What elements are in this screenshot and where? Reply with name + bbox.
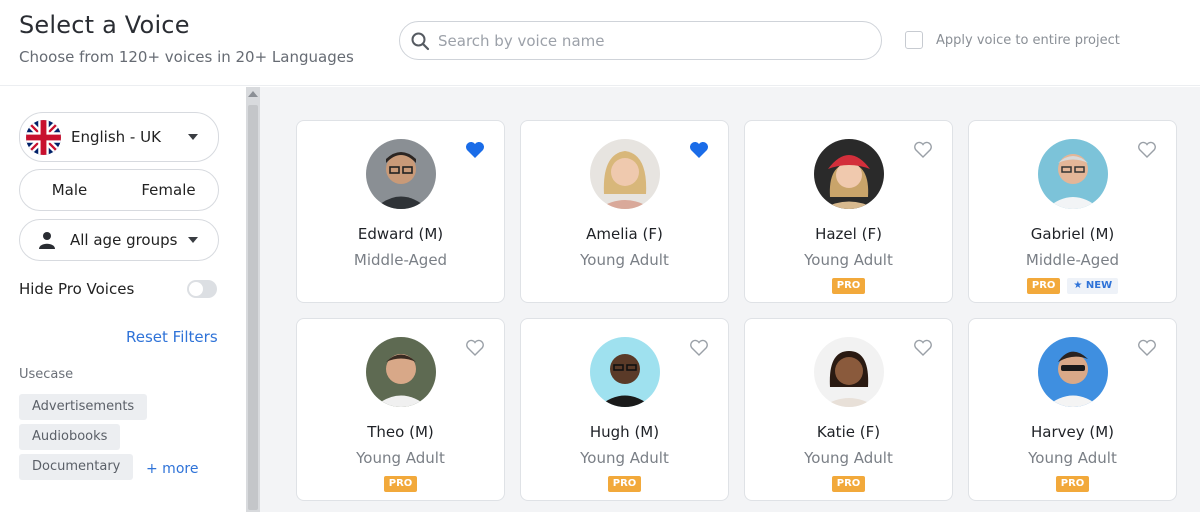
badge-row: PRO [745, 476, 952, 492]
avatar [366, 139, 436, 209]
gender-male-option[interactable]: Male [20, 181, 119, 199]
avatar [814, 139, 884, 209]
avatar [590, 337, 660, 407]
heart-outline-icon[interactable] [913, 141, 933, 159]
scroll-thumb[interactable] [248, 105, 258, 510]
avatar [1038, 139, 1108, 209]
heart-outline-icon[interactable] [689, 339, 709, 357]
pro-badge: PRO [831, 278, 866, 294]
voice-card[interactable]: Gabriel (M) Middle-Aged PRO ★ NEW [968, 120, 1177, 303]
avatar [814, 337, 884, 407]
chevron-down-icon [188, 237, 198, 243]
header: Select a Voice Choose from 120+ voices i… [0, 0, 1200, 86]
heart-outline-icon[interactable] [465, 339, 485, 357]
voice-card[interactable]: Hugh (M) Young Adult PRO [520, 318, 729, 501]
pro-badge: PRO [607, 476, 642, 492]
usecase-tag-advertisements[interactable]: Advertisements [19, 394, 148, 420]
pro-badge: PRO [1026, 278, 1061, 294]
age-group-select[interactable]: All age groups [19, 219, 219, 261]
usecase-heading: Usecase [19, 367, 74, 382]
usecase-tag-audiobooks[interactable]: Audiobooks [19, 424, 121, 450]
page-title: Select a Voice [19, 11, 190, 39]
voice-name: Hazel (F) [815, 225, 882, 243]
avatar [590, 139, 660, 209]
pro-badge: PRO [383, 476, 418, 492]
sidebar-scrollbar[interactable] [246, 87, 260, 512]
voice-name: Amelia (F) [586, 225, 663, 243]
voice-name: Harvey (M) [1030, 423, 1115, 441]
avatar [1038, 337, 1108, 407]
heart-filled-icon[interactable] [689, 141, 709, 159]
badge-row: PRO [521, 476, 728, 492]
voice-name: Hugh (M) [589, 423, 660, 441]
page-subtitle: Choose from 120+ voices in 20+ Languages [19, 48, 354, 66]
search-box[interactable] [399, 21, 882, 60]
badge-row: PRO [297, 476, 504, 492]
search-icon [411, 32, 430, 51]
heart-outline-icon[interactable] [1137, 339, 1157, 357]
language-label: English - UK [71, 128, 161, 146]
filter-sidebar: English - UK Male Female All age groups … [0, 87, 246, 512]
voice-card[interactable]: Edward (M) Middle-Aged [296, 120, 505, 303]
voice-card[interactable]: Harvey (M) Young Adult PRO [968, 318, 1177, 501]
apply-checkbox[interactable] [905, 31, 923, 49]
heart-filled-icon[interactable] [465, 141, 485, 159]
language-select[interactable]: English - UK [19, 112, 219, 162]
hide-pro-toggle[interactable] [187, 280, 217, 298]
hide-pro-label: Hide Pro Voices [19, 280, 135, 298]
heart-outline-icon[interactable] [913, 339, 933, 357]
scroll-up-arrow-icon[interactable] [248, 91, 258, 97]
heart-outline-icon[interactable] [1137, 141, 1157, 159]
voice-age: Middle-Aged [1025, 251, 1120, 269]
toggle-knob [189, 282, 203, 296]
voice-age: Young Adult [1028, 449, 1117, 467]
pro-badge: PRO [1055, 476, 1090, 492]
voice-age: Young Adult [580, 449, 669, 467]
age-group-label: All age groups [70, 231, 178, 249]
search-input[interactable] [438, 28, 868, 54]
voice-age: Young Adult [804, 251, 893, 269]
pro-badge: PRO [831, 476, 866, 492]
apply-to-project[interactable]: Apply voice to entire project [905, 30, 1120, 50]
voice-name: Edward (M) [357, 225, 444, 243]
voice-grid: Edward (M) Middle-Aged Amelia (F) Young … [260, 87, 1200, 512]
voice-age: Middle-Aged [353, 251, 448, 269]
voice-name: Gabriel (M) [1030, 225, 1115, 243]
badge-row: PRO [745, 278, 952, 294]
apply-label: Apply voice to entire project [936, 32, 1120, 48]
voice-age: Young Adult [580, 251, 669, 269]
voice-card[interactable]: Katie (F) Young Adult PRO [744, 318, 953, 501]
voice-card[interactable]: Amelia (F) Young Adult [520, 120, 729, 303]
voice-name: Theo (M) [367, 423, 434, 441]
voice-card[interactable]: Theo (M) Young Adult PRO [296, 318, 505, 501]
voice-card[interactable]: Hazel (F) Young Adult PRO [744, 120, 953, 303]
voice-age: Young Adult [356, 449, 445, 467]
voice-name: Katie (F) [816, 423, 881, 441]
usecase-tag-documentary[interactable]: Documentary [19, 454, 134, 480]
reset-filters-link[interactable]: Reset Filters [126, 328, 218, 346]
uk-flag-icon [26, 119, 61, 155]
badge-row: PRO [969, 476, 1176, 492]
chevron-down-icon [188, 134, 198, 140]
badge-row: PRO ★ NEW [969, 278, 1176, 294]
voice-age: Young Adult [804, 449, 893, 467]
more-usecases-link[interactable]: + more [146, 461, 198, 477]
gender-filter: Male Female [19, 169, 219, 211]
gender-female-option[interactable]: Female [119, 181, 218, 199]
person-icon [39, 232, 55, 249]
new-badge: ★ NEW [1067, 278, 1119, 294]
avatar [366, 337, 436, 407]
